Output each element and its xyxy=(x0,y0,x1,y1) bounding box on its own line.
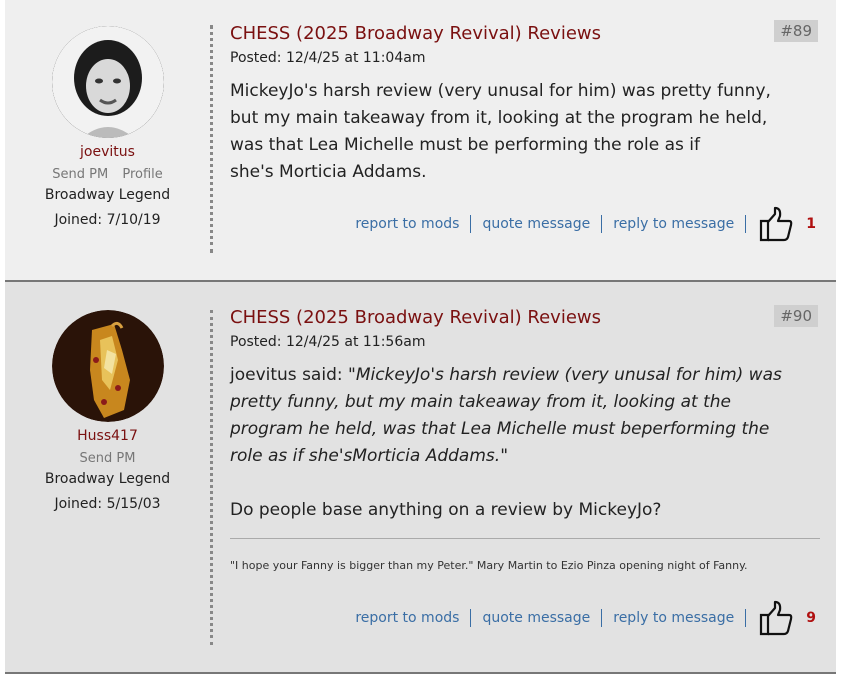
post-actions: report to mods quote message reply to me… xyxy=(344,206,816,242)
posted-timestamp: Posted: 12/4/25 at 11:56am xyxy=(230,334,426,350)
body-line: was that Lea Michelle must be performing… xyxy=(230,135,701,155)
body-line: MickeyJo's harsh review (very unusal for… xyxy=(230,81,771,101)
divider xyxy=(210,310,213,645)
user-pane: joevitus Send PM Profile Broadway Legend… xyxy=(5,26,210,228)
send-pm-link[interactable]: Send PM xyxy=(80,451,136,466)
username[interactable]: Huss417 xyxy=(5,428,210,444)
thumbs-up-icon[interactable] xyxy=(758,206,794,242)
like-count: 1 xyxy=(806,216,816,232)
quote-text: pretty funny, but my main takeaway from … xyxy=(230,392,732,412)
username[interactable]: joevitus xyxy=(5,144,210,160)
user-actions: Send PM xyxy=(5,451,210,466)
reply-text: Do people base anything on a review by M… xyxy=(230,500,662,520)
profile-link[interactable]: Profile xyxy=(122,167,162,182)
thread-title[interactable]: CHESS (2025 Broadway Revival) Reviews xyxy=(230,23,820,44)
user-actions: Send PM Profile xyxy=(5,167,210,182)
thread-title[interactable]: CHESS (2025 Broadway Revival) Reviews xyxy=(230,307,820,328)
quote-text: program he held, was that Lea Michelle m… xyxy=(230,419,770,439)
quote-text: MickeyJo's harsh review (very unusal for… xyxy=(355,365,782,385)
post-body: MickeyJo's harsh review (very unusal for… xyxy=(230,78,820,186)
post-actions: report to mods quote message reply to me… xyxy=(344,600,816,636)
posted-timestamp: Posted: 12/4/25 at 11:04am xyxy=(230,50,426,66)
post-90: Huss417 Send PM Broadway Legend Joined: … xyxy=(5,282,836,674)
quote-message-link[interactable]: quote message xyxy=(471,215,603,233)
reply-to-message-link[interactable]: reply to message xyxy=(602,609,747,627)
avatar[interactable] xyxy=(51,310,164,422)
post-89: joevitus Send PM Profile Broadway Legend… xyxy=(5,0,836,282)
joined-date: Joined: 5/15/03 xyxy=(54,496,161,512)
quote-line: joevitus said: "MickeyJo's harsh review … xyxy=(230,362,820,389)
body-line: but my main takeaway from it, looking at… xyxy=(230,108,768,128)
quote-message-link[interactable]: quote message xyxy=(471,609,603,627)
report-to-mods-link[interactable]: report to mods xyxy=(344,215,472,233)
user-rank: Broadway Legend xyxy=(44,187,171,203)
body-line: she's Morticia Addams. xyxy=(230,162,427,182)
user-pane: Huss417 Send PM Broadway Legend Joined: … xyxy=(5,310,210,512)
joined-date: Joined: 7/10/19 xyxy=(54,212,161,228)
post-body: joevitus said: "MickeyJo's harsh review … xyxy=(230,362,820,524)
report-to-mods-link[interactable]: report to mods xyxy=(344,609,472,627)
quote-text: role as if she'sMorticia Addams. xyxy=(230,446,501,466)
user-rank: Broadway Legend xyxy=(44,471,171,487)
signature-divider xyxy=(230,538,820,539)
thumbs-up-icon[interactable] xyxy=(758,600,794,636)
signature: "I hope your Fanny is bigger than my Pet… xyxy=(230,559,748,572)
like-count: 9 xyxy=(806,610,816,626)
quote-close: " xyxy=(500,446,509,466)
post-content: CHESS (2025 Broadway Revival) Reviews Po… xyxy=(230,23,820,186)
reply-to-message-link[interactable]: reply to message xyxy=(602,215,747,233)
post-content: CHESS (2025 Broadway Revival) Reviews Po… xyxy=(230,307,820,572)
divider xyxy=(210,25,213,253)
quote-attribution: joevitus said: " xyxy=(230,365,356,385)
avatar[interactable] xyxy=(51,26,164,138)
quote-line: role as if she'sMorticia Addams." xyxy=(230,443,820,470)
send-pm-link[interactable]: Send PM xyxy=(52,167,108,182)
